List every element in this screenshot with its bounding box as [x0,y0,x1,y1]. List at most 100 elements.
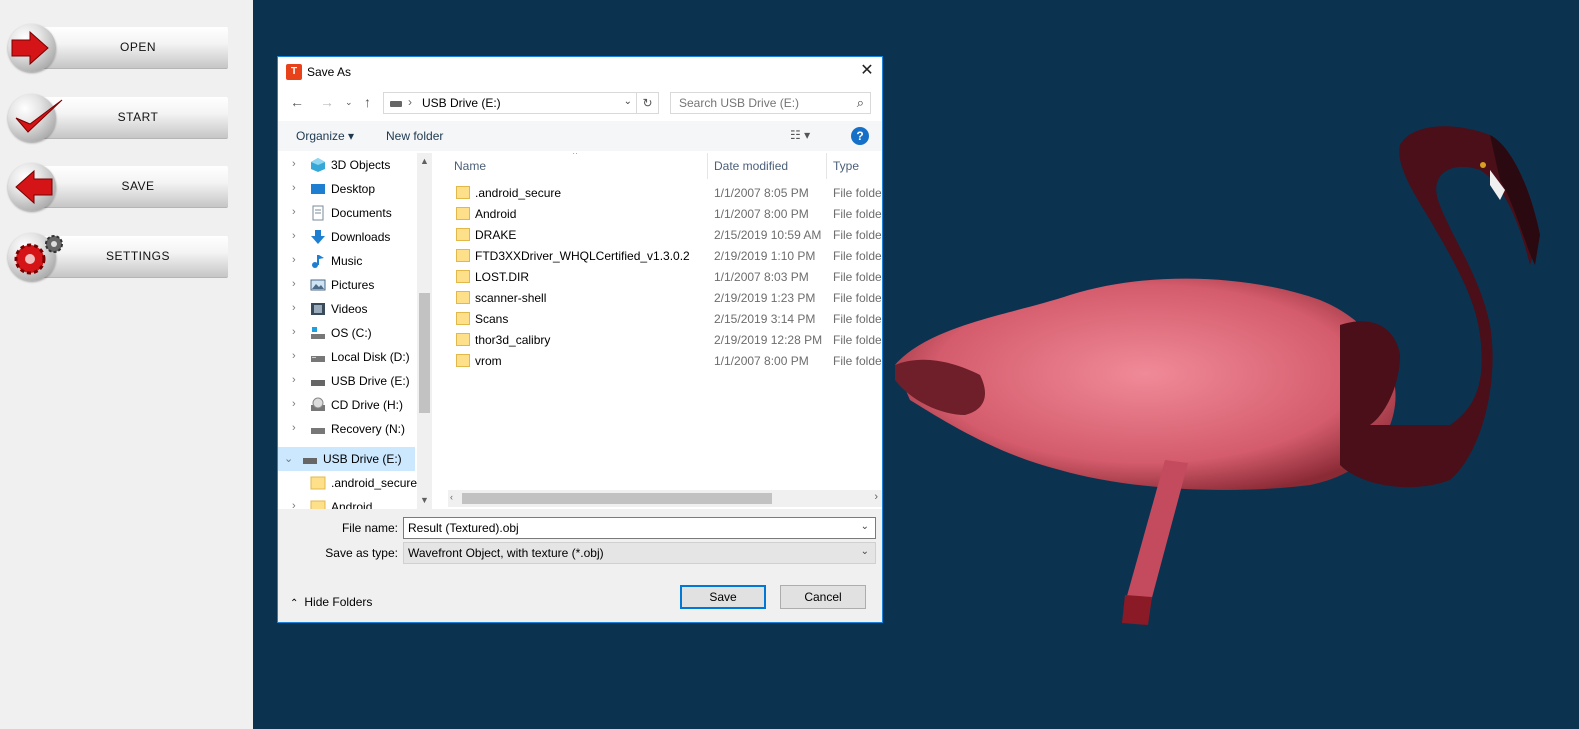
start-button[interactable]: START [8,94,230,142]
tree-item-android-secure[interactable]: .android_secure [278,471,418,495]
start-label: START [117,110,159,124]
column-header-date[interactable]: Date modified [714,153,788,179]
chevron-right-icon[interactable]: › [292,158,296,170]
new-folder-button[interactable]: New folder [386,129,443,143]
tree-item-videos[interactable]: › Videos [278,297,418,321]
chevron-right-icon[interactable]: › [292,182,296,194]
downloads-icon [311,230,325,244]
file-row[interactable]: Android 1/1/2007 8:00 PM File folder [448,204,882,225]
back-arrow-icon[interactable]: ← [290,94,304,110]
save-as-type-select[interactable]: Wavefront Object, with texture (*.obj) ⌄ [403,542,876,564]
command-bar: Organize ▾ New folder ☷ ▾ ? [278,121,882,151]
chevron-right-icon[interactable]: › [292,422,296,434]
chevron-up-icon: ⌃ [290,598,299,609]
folder-icon [456,249,470,262]
tree-item-local-disk-d[interactable]: › Local Disk (D:) [278,345,418,369]
forward-arrow-icon[interactable]: → [320,94,334,110]
close-icon[interactable]: ✕ [852,57,882,87]
chevron-right-icon[interactable]: › [292,206,296,218]
chevron-down-icon[interactable]: ⌄ [861,521,869,532]
dialog-title: Save As [307,65,352,79]
column-header-type[interactable]: Type [833,153,859,179]
file-row[interactable]: Scans 2/15/2019 3:14 PM File folder [448,309,882,330]
address-bar[interactable]: › USB Drive (E:) ⌄ ↻ [383,92,659,114]
nav-pane-scrollbar[interactable]: ▲ ▼ [417,153,432,509]
os-drive-icon [311,327,325,339]
save-button[interactable]: Save [680,585,766,609]
folder-icon [456,228,470,241]
tree-item-documents[interactable]: › Documents [278,201,418,225]
file-name-field[interactable]: ⌄ [403,517,876,539]
chevron-right-icon[interactable]: › [292,278,296,290]
app-logo-icon: T [286,64,302,80]
file-row[interactable]: thor3d_calibry 2/19/2019 12:28 PM File f… [448,330,882,351]
chevron-down-icon[interactable]: ⌄ [284,452,293,465]
chevron-right-icon[interactable]: › [292,326,296,338]
tree-item-os-c[interactable]: › OS (C:) [278,321,418,345]
file-row[interactable]: vrom 1/1/2007 8:00 PM File folder [448,351,882,372]
tree-item-usb-drive-e[interactable]: › USB Drive (E:) [278,369,418,393]
tree-item-android[interactable]: › Android [278,495,418,509]
tree-item-recovery-n[interactable]: › Recovery (N:) [278,417,418,441]
file-row[interactable]: .android_secure 1/1/2007 8:05 PM File fo… [448,183,882,204]
folder-icon [456,291,470,304]
chevron-down-icon[interactable]: ⌄ [861,546,869,557]
pictures-icon [310,279,326,291]
settings-button[interactable]: SETTINGS [8,233,230,281]
scrollbar-thumb[interactable] [462,493,772,504]
chevron-right-icon[interactable]: › [292,500,296,509]
scroll-right-icon[interactable]: › [874,491,878,503]
settings-label: SETTINGS [105,249,170,263]
sidebar: OPEN START SAVE SETTINGS [0,0,253,729]
open-label: OPEN [119,40,156,54]
chevron-right-icon[interactable]: › [292,350,296,362]
scroll-left-icon[interactable]: ‹ [450,492,453,502]
organize-menu[interactable]: Organize ▾ [296,129,354,143]
help-icon[interactable]: ? [851,127,869,145]
tree-item-music[interactable]: › Music [278,249,418,273]
hide-folders-toggle[interactable]: ⌃ Hide Folders [290,595,372,609]
search-icon[interactable]: ⌕ [857,95,864,111]
search-box[interactable]: ⌕ [670,92,871,114]
tree-item-cd-drive-h[interactable]: › CD Drive (H:) [278,393,418,417]
file-row[interactable]: LOST.DIR 1/1/2007 8:03 PM File folder [448,267,882,288]
save-as-type-label: Save as type: [325,546,398,560]
desktop-icon [311,184,325,194]
save-sidebar-button[interactable]: SAVE [8,163,230,211]
checkmark-icon [15,99,63,133]
breadcrumb-path[interactable]: USB Drive (E:) [422,96,501,110]
usb-drive-icon [303,458,317,464]
chevron-right-icon[interactable]: › [292,254,296,266]
view-options-icon[interactable]: ☷ ▾ [790,128,810,142]
column-header-name[interactable]: Name [454,153,486,179]
chevron-right-icon[interactable]: › [292,302,296,314]
tree-item-usb-drive-e-selected[interactable]: ⌄ USB Drive (E:) [278,447,415,471]
file-row[interactable]: scanner-shell 2/19/2019 1:23 PM File fol… [448,288,882,309]
scrollbar-thumb[interactable] [419,293,430,413]
tree-item-3d-objects[interactable]: › 3D Objects [278,153,418,177]
tree-item-downloads[interactable]: › Downloads [278,225,418,249]
up-arrow-icon[interactable]: ↑ [364,94,371,110]
navigation-pane: › 3D Objects › Desktop › Documents › Dow… [278,153,432,509]
sort-indicator-icon: ^ [573,153,578,159]
refresh-icon[interactable]: ↻ [636,93,658,113]
tree-item-pictures[interactable]: › Pictures [278,273,418,297]
recent-locations-chevron-icon[interactable]: ⌄ [345,97,353,108]
scroll-up-icon[interactable]: ▲ [420,156,429,166]
open-button[interactable]: OPEN [8,24,230,72]
drive-icon [311,356,325,362]
search-input[interactable] [671,93,841,113]
chevron-right-icon[interactable]: › [292,398,296,410]
file-row[interactable]: FTD3XXDriver_WHQLCertified_v1.3.0.2 2/19… [448,246,882,267]
chevron-down-icon[interactable]: ⌄ [624,96,632,107]
chevron-right-icon[interactable]: › [292,230,296,242]
chevron-right-icon[interactable]: › [292,374,296,386]
cancel-button[interactable]: Cancel [780,585,866,609]
folder-icon [456,207,470,220]
file-row[interactable]: DRAKE 2/15/2019 10:59 AM File folder [448,225,882,246]
scroll-down-icon[interactable]: ▼ [420,495,429,505]
file-name-input[interactable] [404,518,854,538]
tree-item-desktop[interactable]: › Desktop [278,177,418,201]
folder-icon [310,500,326,509]
file-list-horizontal-scrollbar[interactable]: ‹ › [448,490,882,507]
